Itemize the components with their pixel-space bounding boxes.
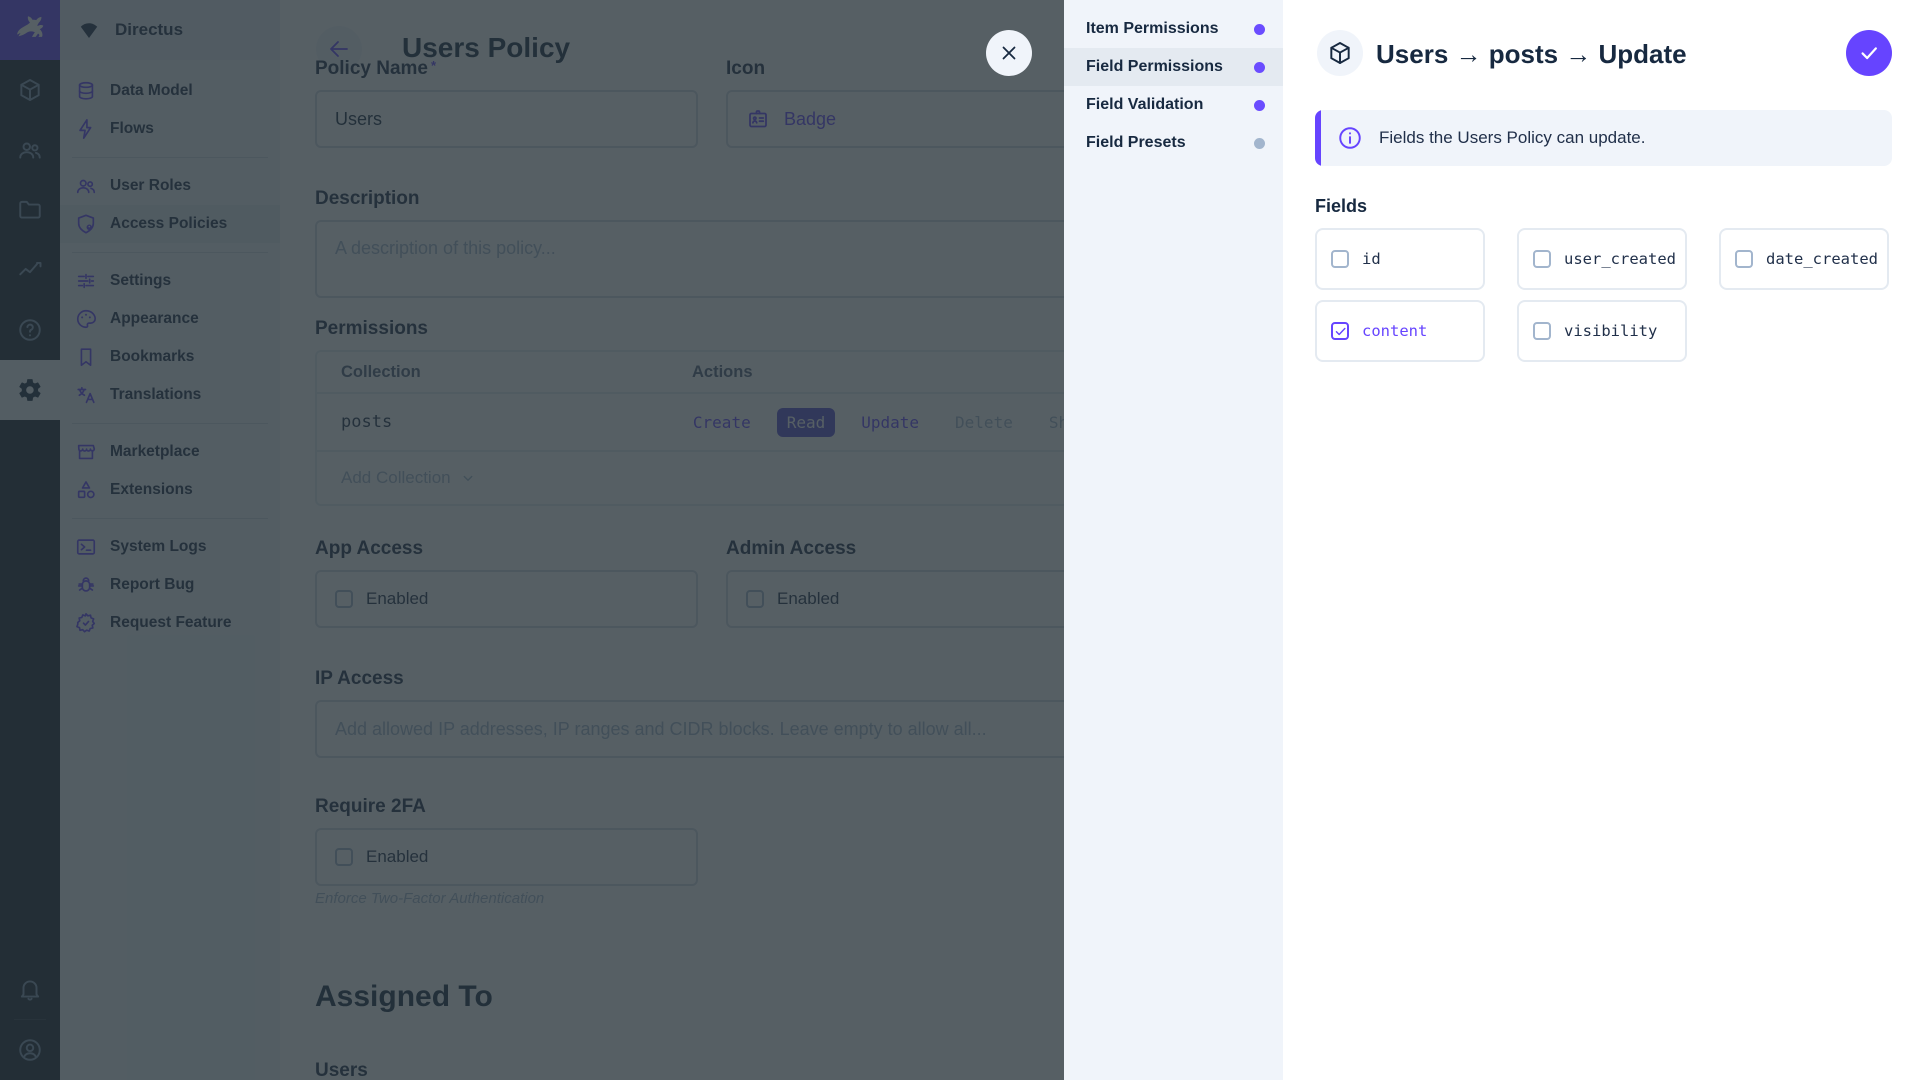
cube-icon: [1330, 42, 1350, 64]
field-checkbox[interactable]: [1533, 250, 1551, 268]
field-checkbox-checked[interactable]: [1331, 322, 1349, 340]
drawer-nav-sidebar: Item Permissions Field Permissions Field…: [1064, 0, 1283, 1080]
checkmark-icon: [1335, 327, 1346, 335]
directus-app: Directus Data Model Flows User Roles Acc…: [0, 0, 1920, 1080]
drawer-nav-field-permissions[interactable]: Field Permissions: [1064, 48, 1283, 86]
banner-text: Fields the Users Policy can update.: [1379, 128, 1646, 147]
field-checkbox[interactable]: [1533, 322, 1551, 340]
field-card-content[interactable]: content: [1315, 300, 1485, 362]
close-icon: [1002, 46, 1016, 60]
drawer-nav-field-presets[interactable]: Field Presets: [1064, 124, 1283, 162]
field-checkbox[interactable]: [1331, 250, 1349, 268]
field-checkbox[interactable]: [1735, 250, 1753, 268]
status-dot: [1254, 99, 1265, 111]
banner-accent-bar: [1315, 110, 1321, 166]
field-card-id[interactable]: id: [1315, 228, 1485, 290]
field-permissions-drawer: Users → posts → Update Fields the Users …: [1283, 0, 1920, 1080]
check-icon: [1861, 47, 1877, 60]
field-checkbox-grid: id user_created date_created content vis…: [1315, 228, 1905, 372]
fields-section-label: Fields: [1315, 196, 1368, 216]
status-dot: [1254, 23, 1265, 35]
field-card-date-created[interactable]: date_created: [1719, 228, 1889, 290]
drawer-title: Users → posts → Update: [1376, 39, 1687, 69]
drawer-nav-field-validation[interactable]: Field Validation: [1064, 86, 1283, 124]
info-icon: [1339, 127, 1361, 149]
status-dot: [1254, 137, 1265, 149]
drawer-header-icon-circle: [1317, 30, 1363, 76]
info-banner: Fields the Users Policy can update.: [1315, 110, 1892, 166]
drawer-save-button[interactable]: [1846, 30, 1892, 76]
status-dot: [1254, 61, 1265, 73]
field-card-visibility[interactable]: visibility: [1517, 300, 1687, 362]
field-card-user-created[interactable]: user_created: [1517, 228, 1687, 290]
drawer-nav-item-permissions[interactable]: Item Permissions: [1064, 10, 1283, 48]
drawer-close-button[interactable]: [986, 30, 1032, 76]
